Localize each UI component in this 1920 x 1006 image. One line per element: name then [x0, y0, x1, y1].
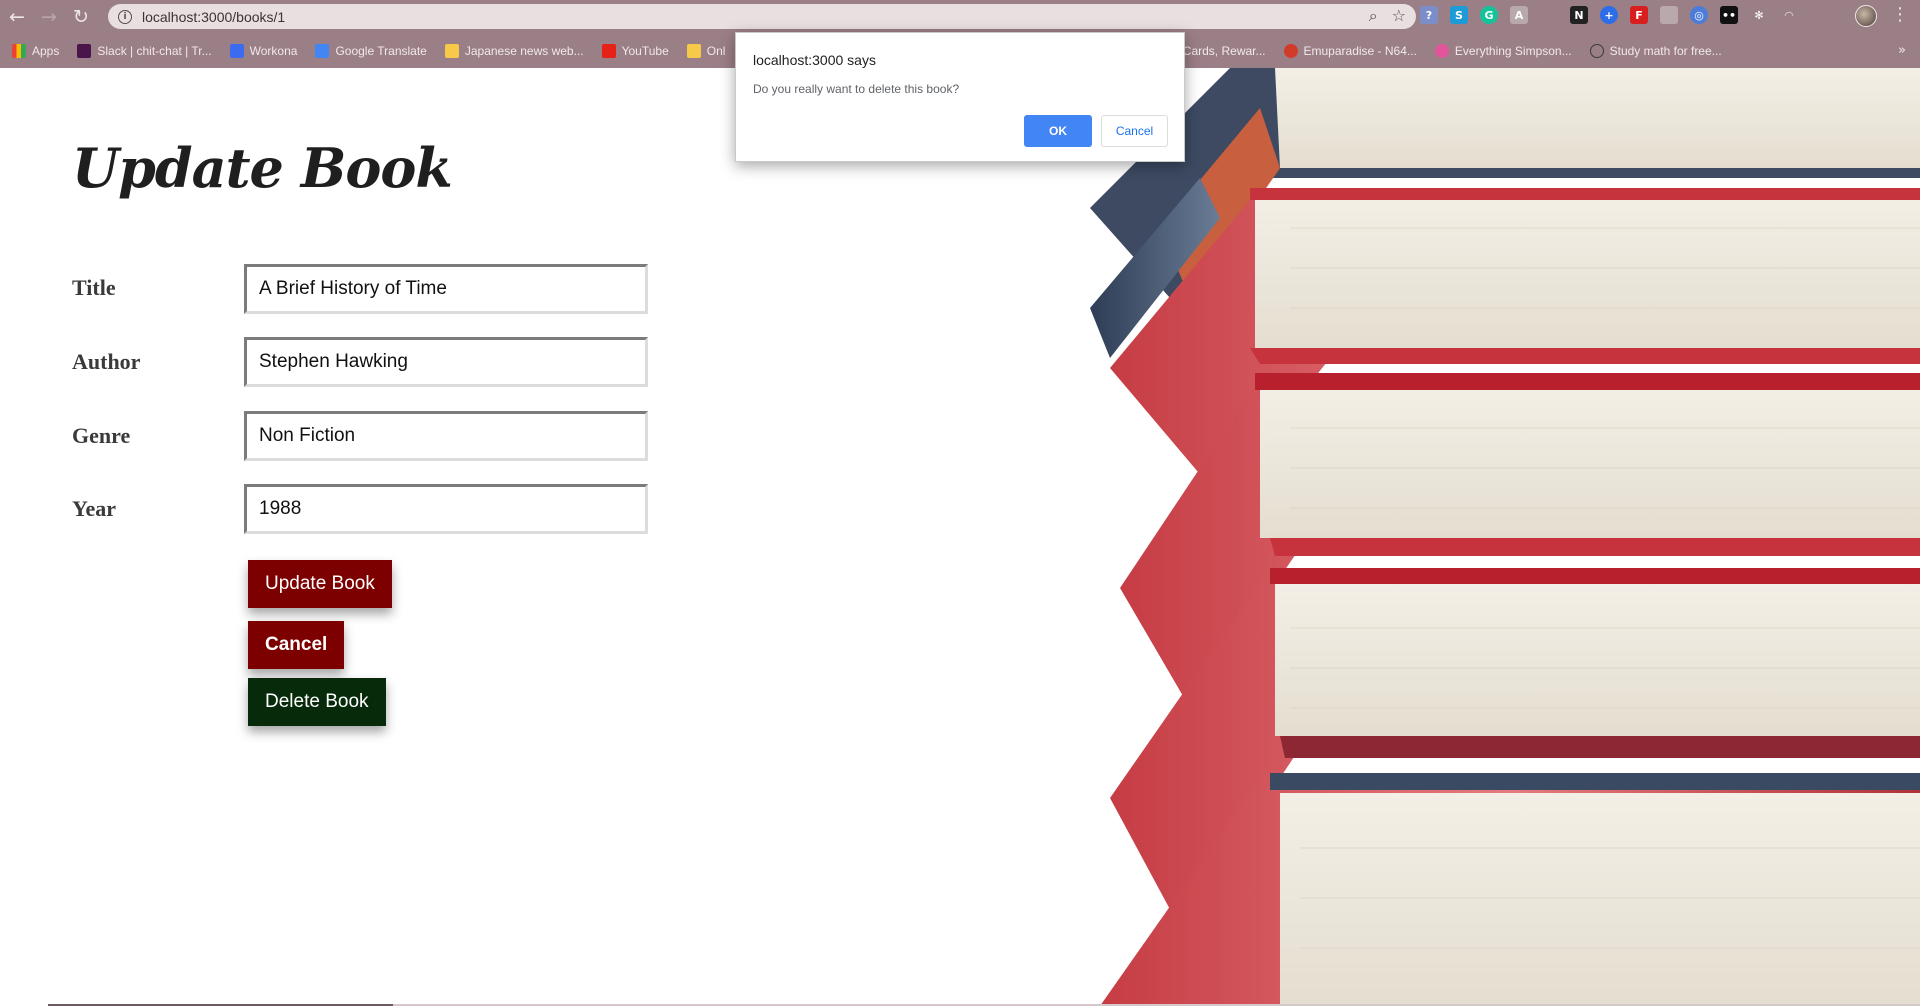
title-label: Title [72, 275, 116, 300]
extension-gear-icon[interactable]: ✻ [1750, 6, 1768, 24]
folder-icon [444, 43, 459, 58]
url-text[interactable]: localhost:3000/books/1 [142, 9, 285, 25]
notion-icon[interactable]: N [1570, 6, 1588, 24]
extension-translate-icon[interactable]: A [1510, 6, 1528, 24]
bookmark-label: Emuparadise - N64... [1303, 43, 1417, 58]
bookmark-label: Everything Simpson... [1454, 43, 1572, 58]
bookmark-slack[interactable]: Slack | chit-chat | Tr... [77, 43, 212, 58]
emuparadise-icon [1283, 43, 1298, 58]
slack-icon [77, 43, 92, 58]
dialog-ok-button[interactable]: OK [1024, 115, 1092, 147]
flipboard-icon[interactable]: F [1630, 6, 1648, 24]
reload-button[interactable]: ↻ [66, 2, 96, 32]
bookmark-star-icon[interactable]: ☆ [1392, 6, 1406, 26]
year-input[interactable] [244, 484, 648, 534]
bookmark-apps[interactable]: Apps [12, 43, 60, 58]
grammarly-icon[interactable]: G [1480, 6, 1498, 24]
extension-help-icon[interactable]: ? [1420, 6, 1438, 24]
bookmark-youtube[interactable]: YouTube [601, 43, 669, 58]
zoom-icon[interactable]: ⌕ [1369, 6, 1378, 26]
forward-button[interactable]: → [34, 2, 64, 32]
site-info-icon[interactable]: i [118, 9, 132, 24]
bookmark-label: Onl [706, 43, 726, 58]
profile-avatar[interactable] [1855, 5, 1877, 27]
cancel-button[interactable]: Cancel [248, 621, 345, 669]
simpsons-icon [1434, 43, 1449, 58]
browser-toolbar: ← → ↻ i localhost:3000/books/1 ⌕ ☆ ? S G… [0, 0, 1920, 33]
bookmark-label: Workona [249, 43, 298, 58]
folder-icon [686, 43, 701, 58]
extension-plus-icon[interactable]: + [1600, 6, 1618, 24]
address-bar[interactable]: i localhost:3000/books/1 ⌕ ☆ [108, 4, 1416, 29]
study-math-icon [1589, 43, 1604, 58]
arrow-left-icon: ← [9, 5, 25, 28]
youtube-icon [601, 43, 616, 58]
extension-blank-icon[interactable] [1540, 6, 1558, 24]
dialog-message: Do you really want to delete this book? [753, 82, 960, 96]
extension-s-icon[interactable]: S [1450, 6, 1468, 24]
dialog-title: localhost:3000 says [753, 52, 876, 68]
extension-circle-icon[interactable]: ◎ [1690, 6, 1708, 24]
year-label: Year [72, 496, 116, 521]
extension-arc-icon[interactable]: ◠ [1780, 6, 1798, 24]
genre-label: Genre [72, 423, 131, 448]
browser-menu-icon[interactable]: ⋮ [1890, 4, 1910, 28]
bookmark-label: YouTube [621, 43, 669, 58]
page-content: Update Book Title Author Genre Year Upda… [0, 68, 1920, 1006]
extensions-bar: ? S G A N + F ◎ •• ✻ ◠ [1420, 6, 1798, 24]
arrow-right-icon: → [41, 5, 57, 28]
update-book-button[interactable]: Update Book [248, 560, 392, 608]
bookmark-japanese-news[interactable]: Japanese news web... [444, 43, 584, 58]
back-button[interactable]: ← [2, 2, 32, 32]
bookmark-online[interactable]: Onl [686, 43, 726, 58]
author-input[interactable] [244, 337, 648, 387]
bookmark-label: Slack | chit-chat | Tr... [97, 43, 212, 58]
delete-book-button[interactable]: Delete Book [248, 678, 386, 726]
books-image [1090, 68, 1920, 1006]
extension-eyes-icon[interactable]: •• [1720, 6, 1738, 24]
author-label: Author [72, 349, 141, 374]
apps-grid-icon [12, 43, 26, 58]
more-bookmarks-icon[interactable]: » [1898, 43, 1906, 58]
workona-icon [229, 43, 244, 58]
bookmark-label: Google Translate [335, 43, 427, 58]
title-input[interactable] [244, 264, 648, 314]
bookmark-emuparadise[interactable]: Emuparadise - N64... [1283, 43, 1417, 58]
reload-icon: ↻ [73, 5, 89, 28]
bookmark-study-math[interactable]: Study math for free... [1589, 43, 1722, 58]
genre-input[interactable] [244, 411, 648, 461]
bookmark-label: Apps [32, 43, 60, 58]
dialog-cancel-button[interactable]: Cancel [1101, 115, 1168, 147]
bookmark-label: Study math for free... [1609, 43, 1722, 58]
extension-grid-icon[interactable] [1660, 6, 1678, 24]
google-translate-icon [315, 43, 330, 58]
bookmark-label: Japanese news web... [464, 43, 584, 58]
bookmark-workona[interactable]: Workona [229, 43, 298, 58]
confirm-dialog: localhost:3000 says Do you really want t… [735, 32, 1185, 162]
bookmark-google-translate[interactable]: Google Translate [315, 43, 427, 58]
bookmark-everything-simpsons[interactable]: Everything Simpson... [1434, 43, 1572, 58]
page-title: Update Book [72, 136, 453, 200]
